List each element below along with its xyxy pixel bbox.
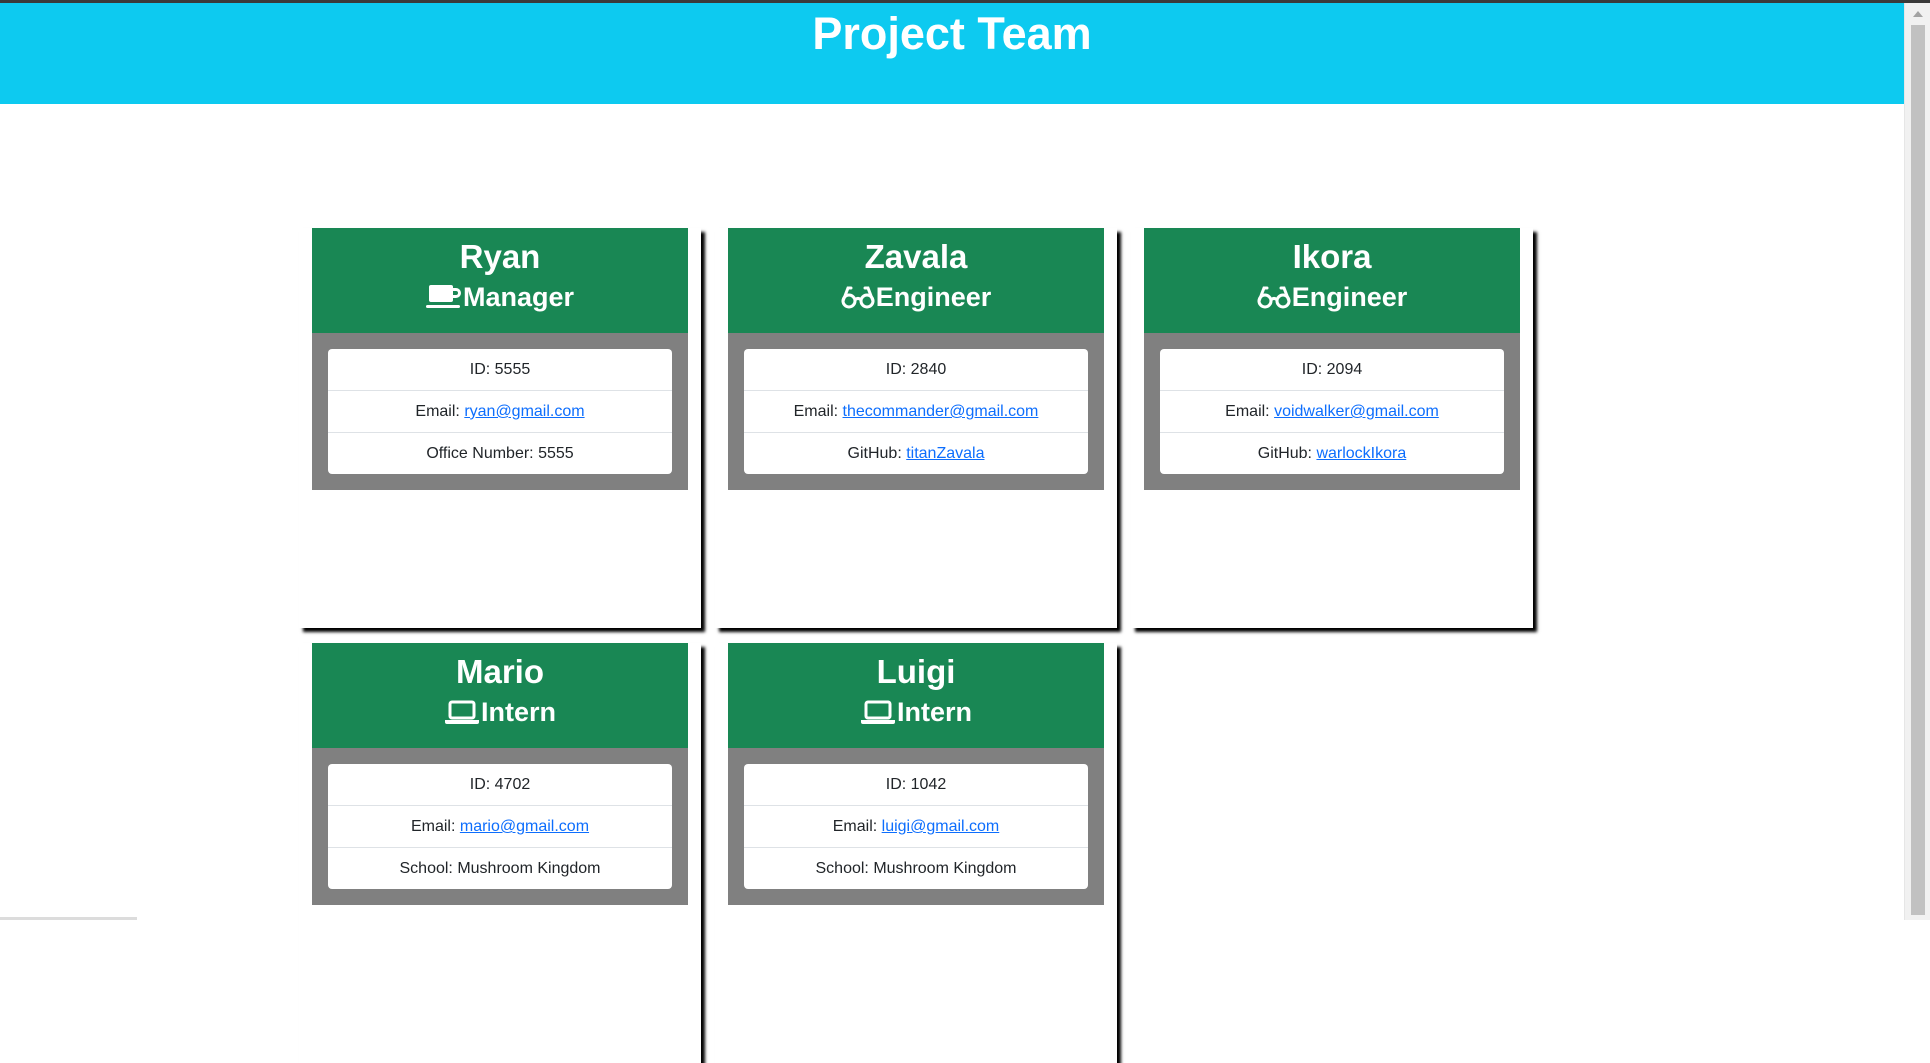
role-label: Intern	[896, 697, 972, 727]
card-body: ID: 5555 Email: ryan@gmail.com Office Nu…	[312, 333, 688, 490]
employee-name: Luigi	[876, 653, 956, 690]
employee-role: Intern	[728, 694, 1104, 730]
id-item: ID: 2840	[744, 349, 1088, 391]
school-value: Mushroom Kingdom	[873, 860, 1017, 877]
school-item: School: Mushroom Kingdom	[328, 848, 672, 889]
employee-card-wrapper: Zavala Engineer ID: 2840 Email: thecomma…	[715, 228, 1117, 628]
card-header: Ikora Engineer	[1144, 228, 1520, 333]
office-number-label: Office Number:	[426, 445, 539, 462]
employee-role: Intern	[312, 694, 688, 730]
card-header: Mario Intern	[312, 643, 688, 748]
card-body: ID: 2840 Email: thecommander@gmail.com G…	[728, 333, 1104, 490]
email-link[interactable]: voidwalker@gmail.com	[1274, 403, 1439, 420]
scroll-up-arrow-icon[interactable]	[1913, 11, 1923, 17]
email-item: Email: ryan@gmail.com	[328, 391, 672, 433]
email-link[interactable]: thecommander@gmail.com	[843, 403, 1039, 420]
school-item: School: Mushroom Kingdom	[744, 848, 1088, 889]
coffee-icon	[425, 285, 461, 308]
email-item: Email: thecommander@gmail.com	[744, 391, 1088, 433]
info-list: ID: 1042 Email: luigi@gmail.com School: …	[744, 764, 1088, 889]
employee-role: Manager	[312, 279, 688, 315]
page-title: Project Team	[812, 8, 1092, 59]
school-label: School:	[399, 860, 458, 877]
email-item: Email: mario@gmail.com	[328, 806, 672, 848]
employee-name: Mario	[455, 653, 544, 690]
info-list: ID: 4702 Email: mario@gmail.com School: …	[328, 764, 672, 889]
email-label: Email:	[410, 818, 460, 835]
info-list: ID: 5555 Email: ryan@gmail.com Office Nu…	[328, 349, 672, 474]
glasses-icon	[1257, 286, 1291, 309]
id-item: ID: 4702	[328, 764, 672, 806]
employee-name: Ryan	[459, 238, 541, 275]
id-item: ID: 1042	[744, 764, 1088, 806]
employee-card: Ikora Engineer ID: 2094 Email: voidwalke…	[1144, 228, 1520, 490]
id-item: ID: 5555	[328, 349, 672, 391]
employee-card: Zavala Engineer ID: 2840 Email: thecomma…	[728, 228, 1104, 490]
email-label: Email:	[793, 403, 843, 420]
email-item: Email: voidwalker@gmail.com	[1160, 391, 1504, 433]
employee-card: Ryan Manager ID: 5555 Email: ryan@gmail.…	[312, 228, 688, 490]
info-list: ID: 2840 Email: thecommander@gmail.com G…	[744, 349, 1088, 474]
office-number-value: 5555	[538, 445, 574, 462]
email-link[interactable]: ryan@gmail.com	[464, 403, 584, 420]
employee-name: Ikora	[1292, 238, 1372, 275]
card-header: Zavala Engineer	[728, 228, 1104, 333]
email-link[interactable]: mario@gmail.com	[460, 818, 589, 835]
role-label: Engineer	[875, 282, 992, 312]
role-label: Manager	[462, 282, 575, 312]
employee-role: Engineer	[728, 279, 1104, 315]
employee-card-wrapper: Ryan Manager ID: 5555 Email: ryan@gmail.…	[299, 228, 701, 628]
github-label: GitHub:	[1257, 445, 1317, 462]
scrollbar-thumb[interactable]	[1911, 25, 1925, 915]
employee-card-wrapper: Mario Intern ID: 4702 Email: mario@gmail…	[299, 643, 701, 1063]
email-label: Email:	[415, 403, 465, 420]
card-header: Luigi Intern	[728, 643, 1104, 748]
employee-role: Engineer	[1144, 279, 1520, 315]
employee-name: Zavala	[864, 238, 968, 275]
employee-card-wrapper: Luigi Intern ID: 1042 Email: luigi@gmail…	[715, 643, 1117, 1063]
card-body: ID: 1042 Email: luigi@gmail.com School: …	[728, 748, 1104, 905]
school-value: Mushroom Kingdom	[457, 860, 601, 877]
role-label: Intern	[480, 697, 556, 727]
school-label: School:	[815, 860, 874, 877]
card-header: Ryan Manager	[312, 228, 688, 333]
github-label: GitHub:	[847, 445, 907, 462]
laptop-icon	[860, 700, 895, 724]
employee-card-wrapper: Ikora Engineer ID: 2094 Email: voidwalke…	[1131, 228, 1533, 628]
office-number-item: Office Number: 5555	[328, 433, 672, 474]
github-link[interactable]: titanZavala	[906, 445, 984, 462]
github-item: GitHub: warlockIkora	[1160, 433, 1504, 474]
github-item: GitHub: titanZavala	[744, 433, 1088, 474]
employee-card: Mario Intern ID: 4702 Email: mario@gmail…	[312, 643, 688, 905]
email-item: Email: luigi@gmail.com	[744, 806, 1088, 848]
employee-card: Luigi Intern ID: 1042 Email: luigi@gmail…	[728, 643, 1104, 905]
email-label: Email:	[832, 818, 882, 835]
glasses-icon	[841, 286, 875, 309]
page-header: Project Team	[0, 3, 1904, 104]
role-label: Engineer	[1291, 282, 1408, 312]
vertical-scrollbar[interactable]	[1904, 3, 1930, 920]
card-body: ID: 4702 Email: mario@gmail.com School: …	[312, 748, 688, 905]
email-label: Email:	[1225, 403, 1275, 420]
info-list: ID: 2094 Email: voidwalker@gmail.com Git…	[1160, 349, 1504, 474]
card-body: ID: 2094 Email: voidwalker@gmail.com Git…	[1144, 333, 1520, 490]
email-link[interactable]: luigi@gmail.com	[882, 818, 1000, 835]
laptop-icon	[444, 700, 479, 724]
github-link[interactable]: warlockIkora	[1316, 445, 1406, 462]
id-item: ID: 2094	[1160, 349, 1504, 391]
